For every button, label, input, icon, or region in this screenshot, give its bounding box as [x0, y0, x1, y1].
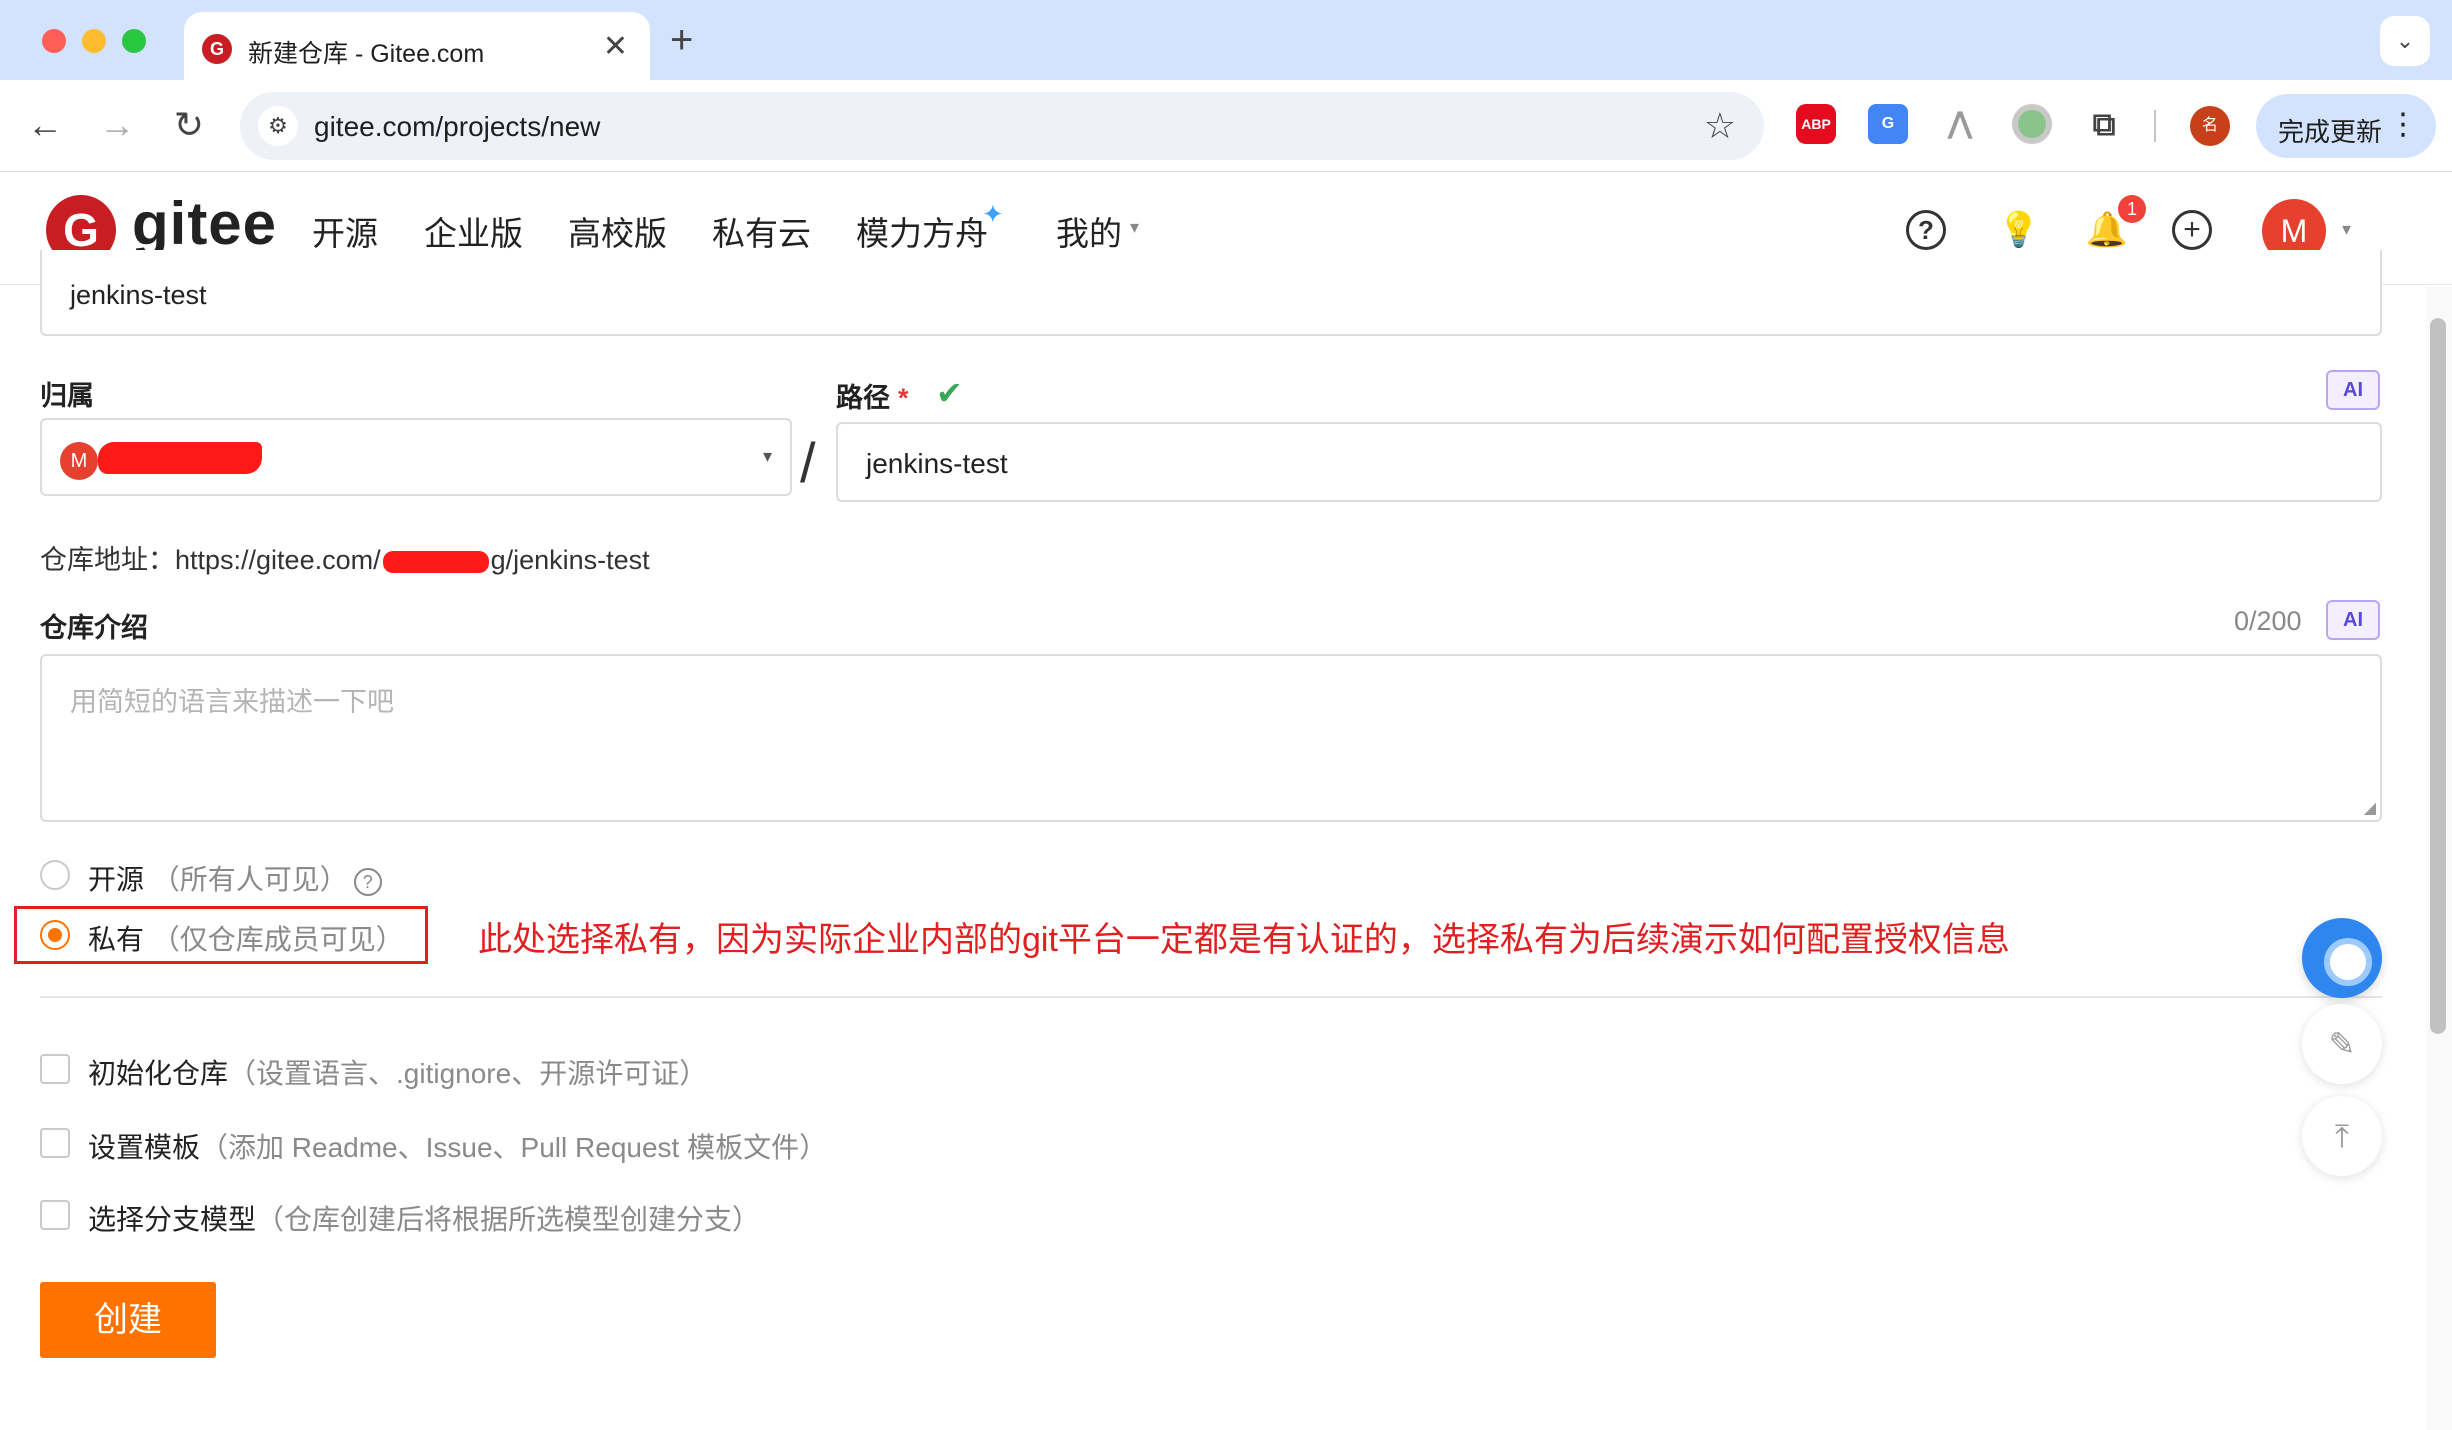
nav-mine[interactable]: 我的 — [1056, 207, 1122, 255]
browser-toolbar: ← → ↻ ⚙ gitee.com/projects/new ☆ ABP G ⋀… — [0, 80, 2452, 172]
template-text: 设置模板 — [88, 1132, 201, 1163]
address-url[interactable]: gitee.com/projects/new — [314, 111, 600, 143]
nav-enterprise[interactable]: 企业版 — [424, 207, 523, 255]
desc-char-count: 0/200 — [2234, 606, 2302, 636]
radio-open-text: 开源 — [88, 864, 145, 895]
init-repo-hint: （设置语言、.gitignore、开源许可证） — [228, 1058, 708, 1089]
browser-tab-active[interactable]: G 新建仓库 - Gitee.com ✕ — [184, 12, 650, 80]
back-arrow-icon[interactable]: ← — [20, 100, 70, 150]
init-repo-checkbox[interactable] — [40, 1054, 70, 1084]
repo-name-input[interactable]: jenkins-test — [40, 250, 2382, 336]
branch-model-text: 选择分支模型 — [88, 1204, 257, 1235]
desc-placeholder: 用简短的语言来描述一下吧 — [70, 687, 394, 717]
path-input[interactable]: jenkins-test — [836, 422, 2382, 502]
extension-circle-icon[interactable] — [2012, 104, 2052, 144]
desc-textarea[interactable]: 用简短的语言来描述一下吧 ◢ — [40, 654, 2382, 822]
extension-a-icon[interactable]: ⋀ — [1940, 104, 1980, 144]
template-label: 设置模板（添加 Readme、Issue、Pull Request 模板文件） — [88, 1126, 827, 1166]
finish-update-label: 完成更新 — [2278, 117, 2383, 147]
nav-moli-fangzhou[interactable]: 模力方舟 — [856, 207, 988, 255]
avatar-chevron-down-icon[interactable]: ▾ — [2342, 219, 2351, 240]
radio-open[interactable] — [40, 860, 70, 890]
annotation-highlight-box — [14, 906, 428, 964]
required-mark: * — [898, 383, 909, 413]
repo-name-value: jenkins-test — [70, 280, 207, 310]
owner-chevron-down-icon: ▾ — [762, 446, 772, 466]
window-close-button[interactable] — [42, 29, 66, 53]
browser-titlebar: G 新建仓库 - Gitee.com ✕ + ⌄ — [0, 0, 2452, 80]
path-separator: / — [800, 431, 816, 494]
scrollbar-thumb[interactable] — [2430, 318, 2446, 1034]
section-divider — [40, 996, 2382, 998]
owner-select[interactable]: M ▾ — [40, 418, 792, 496]
desc-label: 仓库介绍 — [40, 613, 148, 643]
back-to-top-icon[interactable]: ⤒ — [2302, 1096, 2382, 1176]
desc-ai-button[interactable]: AI — [2326, 600, 2380, 640]
plus-icon[interactable]: + — [2172, 210, 2212, 250]
gitee-logo-text[interactable]: gitee — [132, 189, 277, 258]
browser-menu-icon: ⋮ — [2388, 108, 2418, 141]
site-info-icon[interactable]: ⚙ — [258, 106, 298, 146]
branch-model-hint: （仓库创建后将根据所选模型创建分支） — [256, 1204, 761, 1235]
toolbar-divider — [2154, 110, 2156, 142]
path-value: jenkins-test — [866, 448, 1008, 479]
template-checkbox[interactable] — [40, 1128, 70, 1158]
tab-search-chevron-icon[interactable]: ⌄ — [2380, 16, 2430, 66]
tab-title: 新建仓库 - Gitee.com — [248, 40, 485, 68]
notification-badge: 1 — [2118, 195, 2146, 223]
bookmark-star-icon[interactable]: ☆ — [1704, 104, 1736, 148]
repo-address-prefix: 仓库地址：https://gitee.com/ — [40, 545, 381, 575]
checkmark-icon: ✔ — [936, 375, 963, 411]
help-icon[interactable]: ? — [1906, 210, 1946, 250]
annotation-text: 此处选择私有，因为实际企业内部的git平台一定都是有认证的，选择私有为后续演示如… — [478, 921, 2010, 959]
chevron-down-icon[interactable]: ▾ — [1130, 217, 1139, 238]
radio-open-hint: （所有人可见） — [151, 864, 348, 895]
sparkle-icon: ✦ — [982, 199, 1004, 229]
owner-avatar: M — [60, 442, 98, 480]
window-minimize-button[interactable] — [82, 29, 106, 53]
redaction-mark — [382, 550, 489, 573]
address-bar[interactable]: ⚙ gitee.com/projects/new ☆ — [240, 92, 1764, 160]
template-hint: （添加 Readme、Issue、Pull Request 模板文件） — [200, 1132, 828, 1163]
tab-close-icon[interactable]: ✕ — [603, 30, 628, 64]
repo-address: 仓库地址：https://gitee.com/g/jenkins-test — [40, 538, 650, 577]
redaction-mark — [98, 442, 262, 474]
branch-model-label: 选择分支模型（仓库创建后将根据所选模型创建分支） — [88, 1198, 760, 1238]
lightbulb-icon[interactable]: 💡 — [1994, 205, 2044, 255]
new-tab-icon[interactable]: + — [670, 18, 693, 62]
adblock-extension-icon[interactable]: ABP — [1796, 104, 1836, 144]
init-repo-label: 初始化仓库（设置语言、.gitignore、开源许可证） — [88, 1052, 707, 1092]
chat-assistant-icon[interactable] — [2302, 918, 2382, 998]
init-repo-text: 初始化仓库 — [88, 1058, 229, 1089]
forward-arrow-icon[interactable]: → — [92, 100, 142, 150]
radio-open-label: 开源 （所有人可见）? — [88, 858, 382, 898]
browser-profile-avatar[interactable]: 名 — [2190, 106, 2230, 146]
window-zoom-button[interactable] — [122, 29, 146, 53]
branch-model-checkbox[interactable] — [40, 1200, 70, 1230]
help-circle-icon[interactable]: ? — [353, 867, 382, 896]
owner-label: 归属 — [40, 381, 94, 411]
nav-open-source[interactable]: 开源 — [312, 207, 378, 255]
reload-icon[interactable]: ↻ — [164, 100, 214, 150]
repo-address-suffix: g/jenkins-test — [490, 545, 650, 575]
gitee-favicon-icon: G — [202, 34, 232, 64]
extensions-puzzle-icon[interactable]: ⧉ — [2084, 104, 2124, 144]
translate-extension-icon[interactable]: G — [1868, 104, 1908, 144]
nav-private-cloud[interactable]: 私有云 — [712, 207, 811, 255]
create-button[interactable]: 创建 — [40, 1282, 216, 1358]
path-label-text: 路径 — [836, 383, 890, 413]
resize-grip-icon[interactable]: ◢ — [2364, 798, 2376, 818]
finish-update-button[interactable]: 完成更新 ⋮ — [2256, 94, 2436, 158]
path-label: 路径 * — [836, 376, 909, 415]
nav-education[interactable]: 高校版 — [568, 207, 667, 255]
path-ai-button[interactable]: AI — [2326, 370, 2380, 410]
feedback-edit-icon[interactable]: ✎ — [2302, 1004, 2382, 1084]
